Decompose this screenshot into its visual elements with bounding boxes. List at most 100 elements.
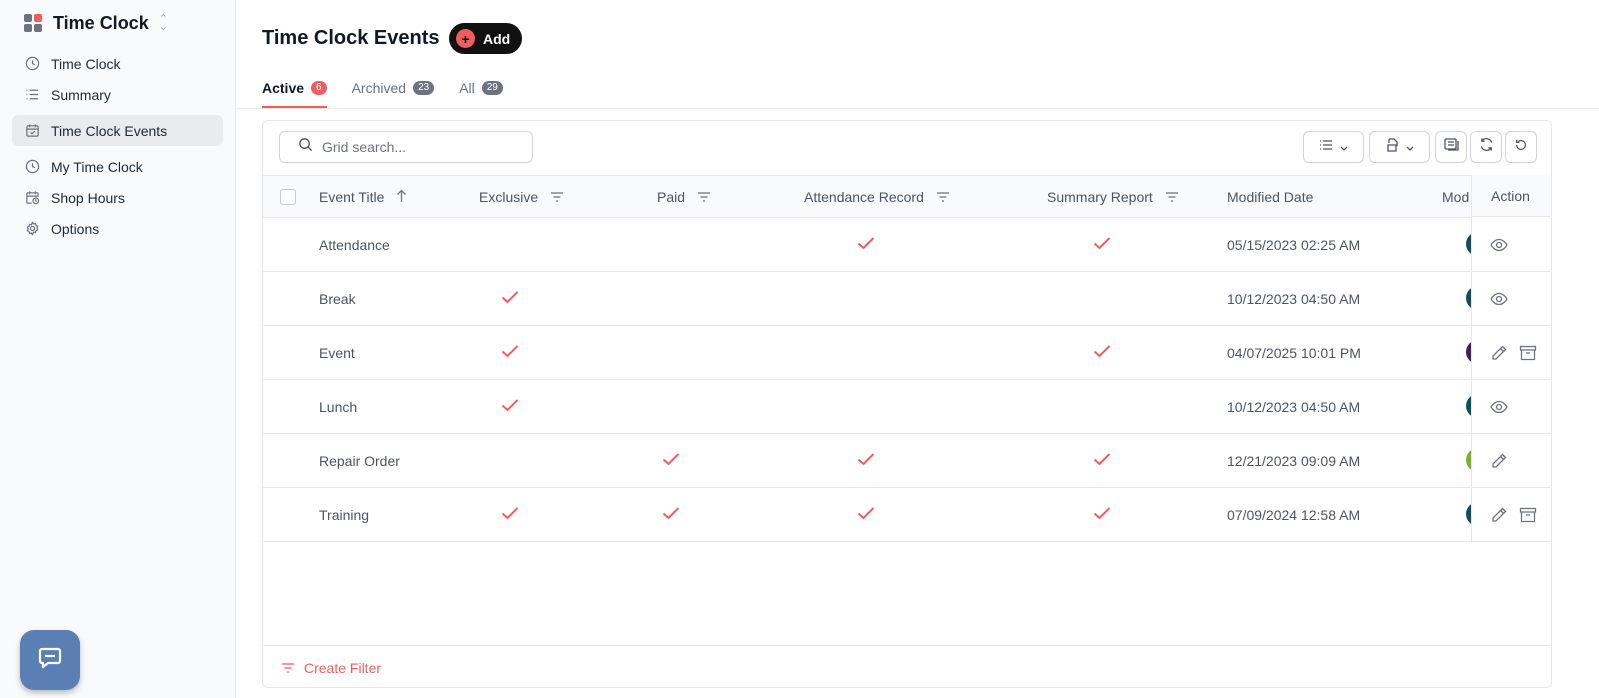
create-filter-label: Create Filter <box>304 659 382 676</box>
tab-archived[interactable]: Archived 23 <box>352 80 435 108</box>
calendar-clock-icon <box>24 190 40 206</box>
archive-icon[interactable] <box>1519 344 1537 367</box>
columns-button[interactable] <box>1435 131 1467 163</box>
view-dropdown-button[interactable] <box>1303 131 1364 163</box>
column-header-attendance-record[interactable]: Attendance Record <box>804 176 950 218</box>
list-icon <box>1319 138 1333 156</box>
select-all-checkbox[interactable] <box>280 189 296 205</box>
tab-label: Archived <box>351 80 407 96</box>
tabs: Active 6 Archived 23 All 29 <box>262 80 528 108</box>
columns-icon <box>1443 138 1459 156</box>
sidebar-nav: Time Clock Summary Time Clock Events My … <box>12 48 223 244</box>
column-header-exclusive[interactable]: Exclusive <box>479 176 564 218</box>
sidebar-item-label: Shop Hours <box>51 189 125 206</box>
sidebar-item-options[interactable]: Options <box>12 213 223 244</box>
cell-event-title: Break <box>319 290 356 307</box>
sort-ascending-icon <box>384 189 407 206</box>
cell-modified-date: 04/07/2025 10:01 PM <box>1227 344 1361 361</box>
row-divider <box>1472 271 1551 272</box>
main-content: Time Clock Events + Add Active 6 Archive… <box>237 0 1599 698</box>
eye-icon[interactable] <box>1490 398 1508 421</box>
search-icon <box>298 137 313 157</box>
plus-icon: + <box>456 29 475 48</box>
clock-icon <box>24 159 40 175</box>
tab-active[interactable]: Active 6 <box>262 80 327 108</box>
column-label: Attendance Record <box>804 189 924 205</box>
checkmark-icon <box>501 398 519 417</box>
sidebar-item-shop-hours[interactable]: Shop Hours <box>12 182 223 213</box>
checkmark-icon <box>857 506 875 525</box>
create-filter-button[interactable]: Create Filter <box>263 645 1551 687</box>
table-row[interactable]: Event 04/07/2025 10:01 PM <box>263 326 1551 380</box>
column-label: Mod <box>1442 189 1470 205</box>
filter-icon <box>924 189 950 205</box>
eye-icon[interactable] <box>1490 236 1508 259</box>
table-row[interactable]: Attendance 05/15/2023 02:25 AM <box>263 218 1551 272</box>
sidebar-item-summary[interactable]: Summary <box>12 79 223 110</box>
sidebar-item-my-time-clock[interactable]: My Time Clock <box>12 151 223 182</box>
cell-event-title: Lunch <box>319 398 358 415</box>
eye-icon[interactable] <box>1490 290 1508 313</box>
app-logo-icon <box>24 14 42 32</box>
archive-icon[interactable] <box>1519 506 1537 529</box>
list-icon <box>24 87 40 103</box>
tab-count-badge: 6 <box>311 81 327 95</box>
column-header-paid[interactable]: Paid <box>657 176 711 218</box>
sidebar-item-label: Time Clock Events <box>51 122 168 139</box>
column-label: Action <box>1491 187 1530 204</box>
table-row[interactable]: Lunch 10/12/2023 04:50 AM <box>263 380 1551 434</box>
add-button[interactable]: + Add <box>449 23 522 54</box>
reset-button[interactable] <box>1505 131 1537 163</box>
refresh-icon <box>1479 137 1494 157</box>
filter-icon <box>281 660 304 676</box>
table-row[interactable]: Break 10/12/2023 04:50 AM <box>263 272 1551 326</box>
cell-modified-date: 05/15/2023 02:25 AM <box>1227 236 1361 253</box>
table-header: Event Title Exclusive Paid Attendance Re… <box>263 175 1551 218</box>
search-input[interactable] <box>322 139 522 155</box>
column-header-summary-report[interactable]: Summary Report <box>1047 176 1179 218</box>
checkmark-icon <box>662 452 680 471</box>
cell-event-title: Repair Order <box>319 452 400 469</box>
pencil-icon[interactable] <box>1490 506 1508 529</box>
sidebar-item-label: Summary <box>51 86 111 103</box>
column-header-event-title[interactable]: Event Title <box>319 176 407 218</box>
chat-button[interactable] <box>20 630 80 690</box>
row-divider <box>1472 325 1551 326</box>
cell-event-title: Training <box>319 506 370 523</box>
column-header-modified-by[interactable]: Mod <box>1442 176 1469 218</box>
app-switcher[interactable]: Time Clock ⌃ ⌄ <box>24 10 168 36</box>
cell-modified-date: 10/12/2023 04:50 AM <box>1227 290 1361 307</box>
gear-icon <box>24 221 40 237</box>
row-divider <box>1472 541 1551 542</box>
tab-count-badge: 23 <box>413 81 435 95</box>
app-title: Time Clock <box>53 12 149 33</box>
sidebar-item-time-clock-events[interactable]: Time Clock Events <box>12 115 223 146</box>
pencil-icon[interactable] <box>1490 344 1508 367</box>
checkmark-icon <box>501 290 519 309</box>
checkmark-icon <box>662 506 680 525</box>
table-row[interactable]: Training 07/09/2024 12:58 AM <box>263 488 1551 542</box>
action-column: Action <box>1471 175 1551 543</box>
sidebar: Time Clock ⌃ ⌄ Time Clock Summary Time Cl… <box>0 0 236 698</box>
table-row[interactable]: Repair Order 12/21/2023 09:09 AM <box>263 434 1551 488</box>
filter-icon <box>1153 189 1179 205</box>
pencil-icon[interactable] <box>1490 452 1508 475</box>
checkmark-icon <box>1093 506 1111 525</box>
tab-all[interactable]: All 29 <box>459 80 503 108</box>
filter-icon <box>685 189 711 205</box>
chevron-up-down-icon: ⌃ ⌄ <box>158 13 168 33</box>
grid-search[interactable] <box>279 131 533 163</box>
column-label: Modified Date <box>1227 189 1314 205</box>
column-label: Event Title <box>319 189 385 205</box>
export-dropdown-button[interactable] <box>1369 131 1430 163</box>
add-button-label: Add <box>483 30 511 47</box>
tab-label: Active <box>262 80 305 96</box>
refresh-button[interactable] <box>1470 131 1502 163</box>
calendar-check-icon <box>24 123 40 139</box>
column-header-action: Action <box>1472 175 1551 217</box>
sidebar-item-time-clock[interactable]: Time Clock <box>12 48 223 79</box>
cell-modified-date: 07/09/2024 12:58 AM <box>1227 506 1361 523</box>
data-grid: Event Title Exclusive Paid Attendance Re… <box>262 120 1552 688</box>
filter-icon <box>538 189 564 205</box>
column-header-modified-date[interactable]: Modified Date <box>1227 176 1313 218</box>
